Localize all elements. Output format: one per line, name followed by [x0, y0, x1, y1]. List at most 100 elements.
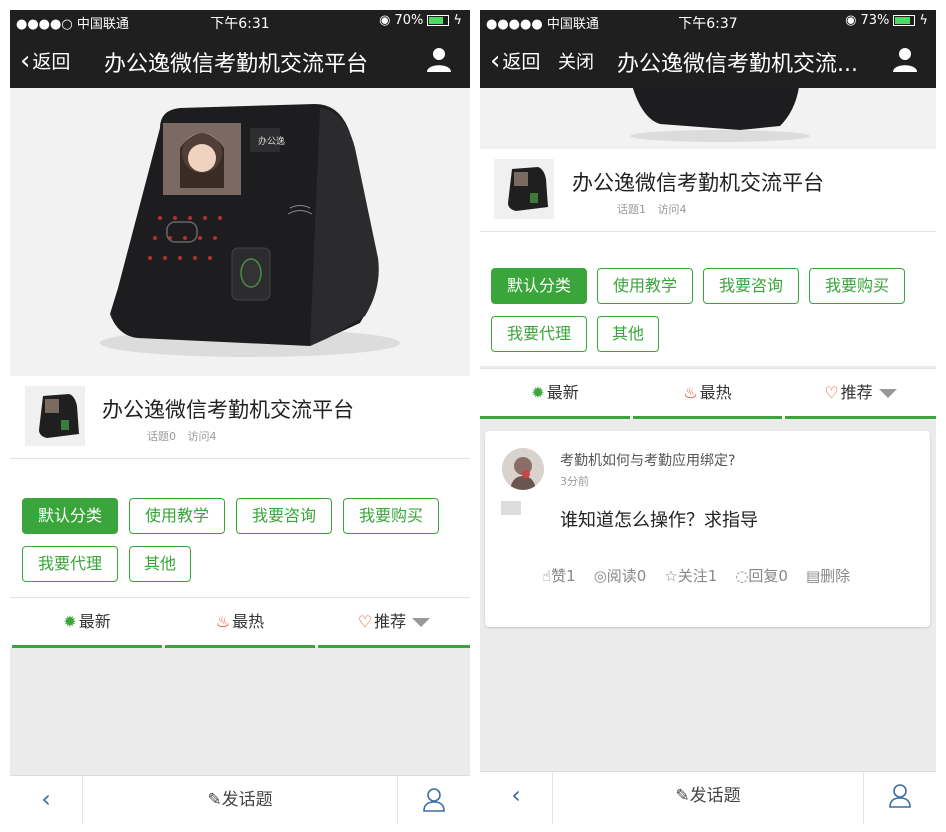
reply-button[interactable]: ◌回复0: [735, 565, 788, 586]
tab-hot-label: 最热: [232, 612, 265, 631]
gear-icon: ✹: [531, 383, 545, 402]
topic-count: 话题1: [617, 203, 646, 216]
pencil-icon: ✎: [207, 790, 222, 810]
topic-count: 话题0: [147, 430, 176, 443]
tab-latest-label: 最新: [546, 383, 579, 402]
read-count-button[interactable]: ◎阅读0: [594, 565, 647, 586]
tab-hot[interactable]: ♨ 最热: [633, 369, 782, 419]
sort-tabs: ✹ 最新 ♨ 最热 ♡ 推荐: [10, 597, 470, 648]
follow-count: 关注1: [677, 567, 718, 585]
category-other[interactable]: 其他: [597, 316, 659, 352]
forum-name: 办公逸微信考勤机交流平台: [102, 398, 354, 422]
banner-image: 办公逸: [10, 88, 470, 376]
post-body: 谁知道怎么操作？求指导: [560, 510, 758, 531]
forum-header: 办公逸微信考勤机交流平台 话题1 访问4: [480, 149, 936, 231]
follow-button[interactable]: ☆关注1: [664, 565, 717, 586]
back-label: 返回: [32, 51, 71, 73]
category-list: 默认分类 使用教学 我要咨询 我要购买 我要代理 其他: [10, 458, 470, 597]
charging-icon: ϟ: [919, 13, 928, 28]
svg-text:办公逸: 办公逸: [258, 135, 285, 147]
flame-icon: ♨: [683, 383, 698, 402]
category-tutorial[interactable]: 使用教学: [129, 498, 225, 534]
page-title: 办公逸微信考勤机交流平台: [104, 52, 369, 77]
tab-recommend[interactable]: ♡ 推荐: [785, 369, 936, 419]
close-button[interactable]: 关闭: [558, 48, 594, 74]
new-topic-button[interactable]: ✎发话题: [82, 776, 398, 824]
tab-recommend[interactable]: ♡ 推荐: [318, 598, 470, 648]
post-title[interactable]: 考勤机如何与考勤应用绑定?: [560, 450, 735, 470]
category-agent[interactable]: 我要代理: [491, 316, 587, 352]
forum-thumbnail: [25, 386, 85, 446]
tab-hot[interactable]: ♨ 最热: [165, 598, 315, 648]
delete-label: 删除: [820, 567, 851, 585]
bottom-back-button[interactable]: ‹: [480, 772, 553, 824]
category-default[interactable]: 默认分类: [491, 268, 587, 304]
nav-bar: ‹ 返回 关闭 办公逸微信考勤机交流...: [480, 32, 936, 88]
sort-tabs: ✹ 最新 ♨ 最热 ♡ 推荐: [480, 368, 936, 419]
bottom-bar: ‹ ✎发话题: [10, 775, 470, 824]
battery-icon: [427, 15, 450, 26]
battery-percent: 70%: [394, 13, 424, 28]
delete-button[interactable]: ▤删除: [806, 565, 850, 586]
category-list: 默认分类 使用教学 我要咨询 我要购买 我要代理 其他: [480, 231, 936, 366]
category-tutorial[interactable]: 使用教学: [597, 268, 693, 304]
chevron-left-icon: ‹: [20, 45, 31, 76]
status-bar: ●●●●● 中国联通 下午6:37 ◉ 73% ϟ: [480, 10, 936, 32]
status-bar: ●●●●○ 中国联通 下午6:31 ◉ 70% ϟ: [10, 10, 470, 32]
star-icon: ☆: [664, 567, 678, 585]
category-agent[interactable]: 我要代理: [22, 546, 118, 582]
visit-count: 访问4: [187, 430, 217, 443]
category-buy[interactable]: 我要购买: [343, 498, 439, 534]
nav-bar: ‹ 返回 办公逸微信考勤机交流平台: [10, 32, 470, 88]
back-button[interactable]: ‹ 返回: [490, 47, 540, 74]
category-default[interactable]: 默认分类: [22, 498, 118, 534]
category-other[interactable]: 其他: [129, 546, 191, 582]
back-button[interactable]: ‹ 返回: [20, 47, 70, 74]
chevron-down-icon: [412, 618, 431, 627]
forum-stats: 话题1 访问4: [617, 201, 695, 217]
user-icon[interactable]: [426, 46, 452, 72]
profile-button[interactable]: [397, 776, 470, 824]
bottom-bar: ‹ ✎发话题: [480, 771, 936, 824]
alarm-icon: ◉: [845, 13, 857, 28]
heart-icon: ♡: [824, 383, 839, 402]
back-label: 返回: [502, 51, 541, 73]
like-count: 赞1: [551, 567, 576, 585]
category-buy[interactable]: 我要购买: [809, 268, 905, 304]
pencil-icon: ✎: [675, 786, 690, 806]
avatar: [502, 448, 544, 490]
user-icon: [889, 784, 911, 808]
tab-latest[interactable]: ✹ 最新: [480, 369, 630, 419]
thumb-up-icon: ☝: [542, 567, 552, 585]
bottom-back-button[interactable]: ‹: [10, 776, 83, 824]
new-topic-label: 发话题: [221, 790, 273, 810]
like-button[interactable]: ☝赞1: [542, 565, 576, 586]
forum-stats: 话题0 访问4: [147, 428, 225, 444]
author-badge: [501, 501, 521, 515]
tab-latest[interactable]: ✹ 最新: [12, 598, 162, 648]
chevron-left-icon: ‹: [490, 45, 501, 76]
user-icon[interactable]: [892, 46, 918, 72]
eye-icon: ◎: [593, 567, 607, 585]
profile-button[interactable]: [863, 772, 936, 824]
flame-icon: ♨: [215, 612, 231, 631]
tab-recommend-label: 推荐: [374, 612, 407, 631]
reply-count: 回复0: [748, 567, 788, 585]
battery-percent: 73%: [860, 13, 890, 28]
category-consult[interactable]: 我要咨询: [703, 268, 799, 304]
category-consult[interactable]: 我要咨询: [236, 498, 332, 534]
screen-left: ●●●●○ 中国联通 下午6:31 ◉ 70% ϟ ‹ 返回 办公逸微信考勤机交…: [10, 10, 470, 824]
forum-header: 办公逸微信考勤机交流平台 话题0 访问4: [10, 376, 470, 458]
user-icon: [423, 788, 445, 812]
new-topic-button[interactable]: ✎发话题: [552, 772, 864, 824]
battery-icon: [893, 15, 916, 26]
post-card[interactable]: 考勤机如何与考勤应用绑定? 3分前 谁知道怎么操作？求指导 ☝赞1 ◎阅读0 ☆…: [485, 431, 930, 627]
chevron-down-icon: [878, 389, 897, 398]
comment-icon: ◌: [735, 567, 749, 585]
tab-hot-label: 最热: [699, 383, 732, 402]
visit-count: 访问4: [657, 203, 687, 216]
trash-icon: ▤: [805, 567, 821, 585]
forum-thumbnail: [494, 159, 554, 219]
charging-icon: ϟ: [453, 13, 462, 28]
heart-icon: ♡: [357, 612, 373, 631]
